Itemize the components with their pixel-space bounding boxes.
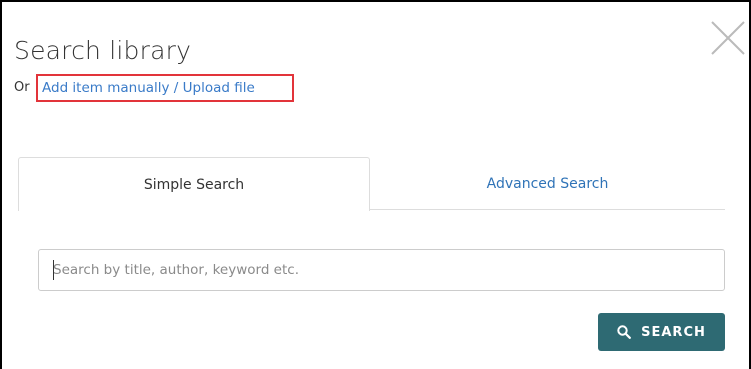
search-button-label: SEARCH <box>641 324 706 340</box>
add-item-manually-link[interactable]: Add item manually / Upload file <box>42 80 255 96</box>
search-button[interactable]: SEARCH <box>598 313 725 351</box>
tab-advanced-search[interactable]: Advanced Search <box>370 157 725 211</box>
window-border-left <box>0 0 2 369</box>
tab-simple-search[interactable]: Simple Search <box>18 157 370 211</box>
search-library-dialog: Search library Or Add item manually / Up… <box>0 0 751 369</box>
search-icon <box>617 325 632 339</box>
or-line: Or <box>14 80 30 95</box>
close-button[interactable] <box>708 18 748 58</box>
tab-divider <box>370 209 725 210</box>
window-border-top <box>0 0 751 2</box>
dialog-title: Search library <box>14 36 192 65</box>
search-input[interactable] <box>38 249 725 291</box>
add-item-highlight: Add item manually / Upload file <box>36 74 294 102</box>
close-icon <box>711 21 745 55</box>
text-caret <box>53 260 54 280</box>
search-tabs: Simple Search Advanced Search <box>18 157 725 211</box>
or-label: Or <box>14 80 30 95</box>
